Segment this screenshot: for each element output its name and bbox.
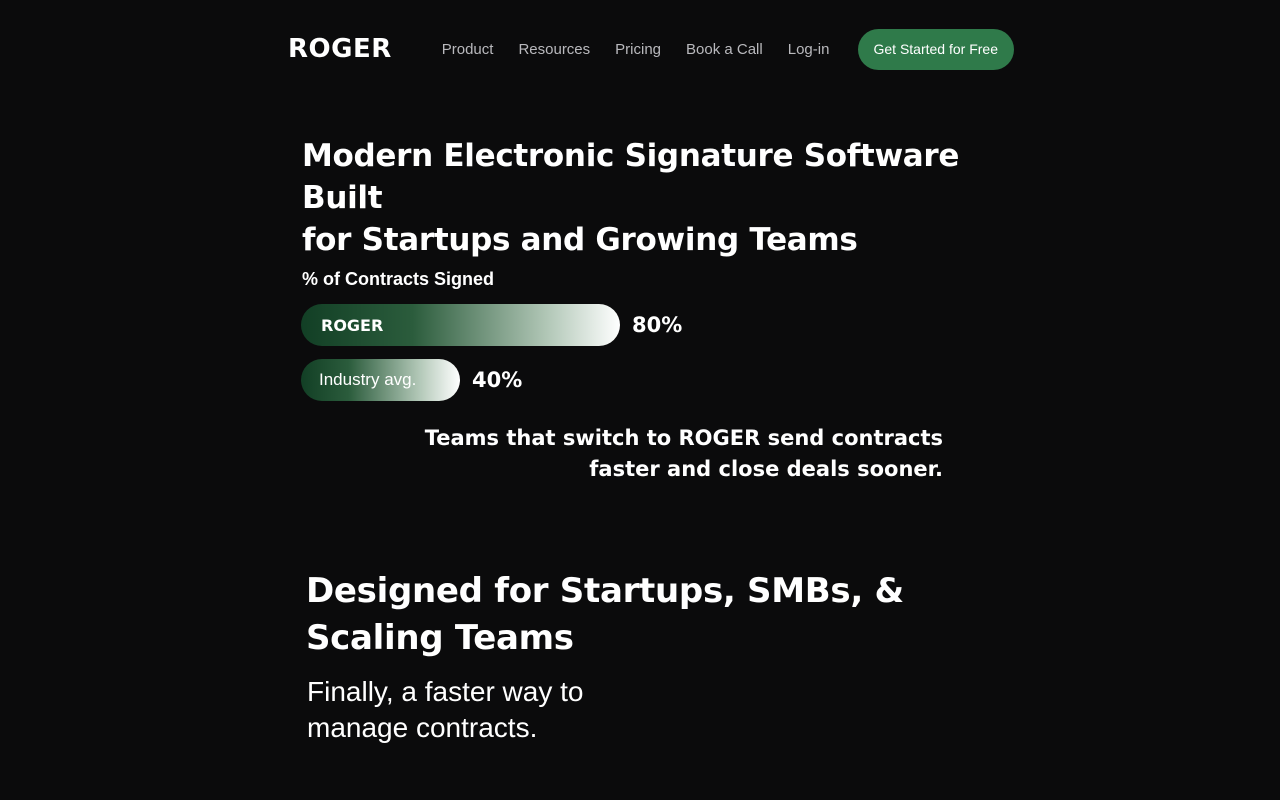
section-subtitle: Finally, a faster way to manage contract…	[307, 674, 647, 746]
hero-title-line-2: for Startups and Growing Teams	[302, 222, 858, 258]
hero-title: Modern Electronic Signature Software Bui…	[302, 135, 1022, 261]
nav-link-resources[interactable]: Resources	[518, 41, 590, 58]
stat-row-roger: ROGER 80%	[301, 304, 682, 346]
stats-tagline: Teams that switch to ROGER send contract…	[420, 423, 943, 485]
contracts-signed-label: % of Contracts Signed	[302, 269, 495, 289]
get-started-button[interactable]: Get Started for Free	[857, 28, 1014, 70]
section-title-line-1: Designed for Startups, SMBs, &	[306, 571, 904, 611]
roger-bar: ROGER	[301, 304, 620, 346]
page: ROGER Product Resources Pricing Book a C…	[0, 0, 1280, 800]
logo[interactable]: ROGER	[288, 34, 392, 64]
industry-avg-bar: Industry avg.	[301, 359, 460, 401]
nav-link-product[interactable]: Product	[442, 41, 494, 58]
stat-row-industry-avg: Industry avg. 40%	[301, 359, 522, 401]
industry-avg-percent: 40%	[472, 368, 523, 392]
tagline-line-1: Teams that switch to ROGER send contract…	[424, 426, 943, 450]
tagline-line-2: faster and close deals sooner.	[589, 457, 943, 481]
section-title: Designed for Startups, SMBs, & Scaling T…	[306, 568, 906, 662]
section-subtitle-line-1: Finally, a faster way to	[307, 676, 584, 707]
nav-links: Product Resources Pricing Book a Call Lo…	[442, 41, 830, 58]
hero-title-line-1: Modern Electronic Signature Software Bui…	[302, 138, 960, 216]
section-subtitle-line-2: manage contracts.	[307, 712, 538, 743]
nav-link-pricing[interactable]: Pricing	[615, 41, 661, 58]
nav-link-login[interactable]: Log-in	[788, 41, 830, 58]
section-title-line-2: Scaling Teams	[306, 618, 574, 658]
top-nav: ROGER Product Resources Pricing Book a C…	[288, 28, 1014, 70]
nav-link-book-a-call[interactable]: Book a Call	[686, 41, 763, 58]
roger-percent: 80%	[632, 313, 683, 337]
